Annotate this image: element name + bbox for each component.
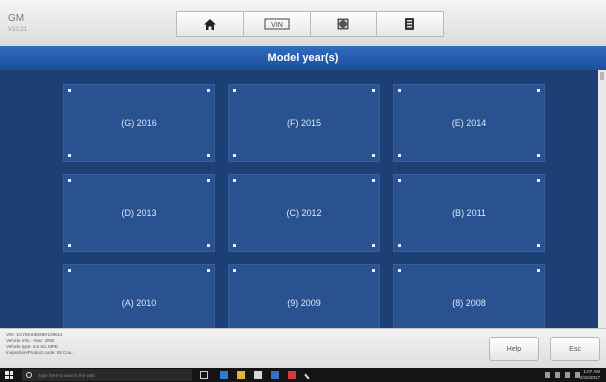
tile-corner-marker <box>207 154 210 157</box>
tile-corner-marker <box>68 269 71 272</box>
tile-corner-marker <box>398 179 401 182</box>
diagnostic-app-icon[interactable] <box>288 371 296 379</box>
tile-corner-marker <box>537 154 540 157</box>
year-tile-2012[interactable]: (C) 2012 <box>228 174 380 252</box>
year-label: (D) 2013 <box>121 208 157 218</box>
year-tile-2011[interactable]: (B) 2011 <box>393 174 545 252</box>
esc-button-label: Esc <box>569 345 581 353</box>
network-icon[interactable] <box>555 372 560 378</box>
cortana-icon <box>26 372 32 378</box>
year-tile-2014[interactable]: (E) 2014 <box>393 84 545 162</box>
year-label: (C) 2012 <box>286 208 322 218</box>
database-icon <box>405 18 415 30</box>
year-label: (F) 2015 <box>286 118 321 128</box>
page-title-bar: Model year(s) <box>0 46 606 70</box>
tile-corner-marker <box>537 269 540 272</box>
vehicle-id-button[interactable]: VIN <box>243 11 311 37</box>
software-version: V10.21 <box>8 27 28 33</box>
year-tile-2016[interactable]: (G) 2016 <box>63 84 215 162</box>
tile-corner-marker <box>372 244 375 247</box>
edge-icon[interactable] <box>220 371 228 379</box>
tile-corner-marker <box>68 244 71 247</box>
windows-start-icon[interactable] <box>5 371 13 379</box>
tile-corner-marker <box>207 244 210 247</box>
home-button[interactable] <box>176 11 244 37</box>
year-label: (A) 2010 <box>121 298 157 308</box>
esc-button[interactable]: Esc <box>550 337 600 361</box>
tile-corner-marker <box>233 154 236 157</box>
tile-corner-marker <box>372 89 375 92</box>
page-title: Model year(s) <box>267 52 339 64</box>
tile-corner-marker <box>68 179 71 182</box>
tile-corner-marker <box>372 154 375 157</box>
svg-text:VIN: VIN <box>271 22 283 29</box>
tile-corner-marker <box>68 89 71 92</box>
year-label: (E) 2014 <box>451 118 487 128</box>
top-toolbar: GM V10.21 VIN <box>0 0 606 47</box>
taskbar-search-placeholder: Type here to search the web <box>38 372 95 378</box>
tile-corner-marker <box>398 269 401 272</box>
help-button-label: Help <box>506 345 522 353</box>
tile-corner-marker <box>68 154 71 157</box>
clock-date: 2/16/2017 <box>579 375 600 380</box>
system-tray <box>545 372 580 378</box>
tool-icon[interactable] <box>304 368 316 380</box>
tile-corner-marker <box>537 179 540 182</box>
tile-corner-marker <box>372 179 375 182</box>
database-button[interactable] <box>377 11 444 37</box>
app-icon[interactable] <box>271 371 279 379</box>
product-code-line: Inspection/Product code: 08 Cou... <box>6 350 76 355</box>
year-tile-2009[interactable]: (9) 2009 <box>228 264 380 328</box>
taskbar-search[interactable]: Type here to search the web <box>22 369 192 381</box>
year-tile-2010[interactable]: (A) 2010 <box>63 264 215 328</box>
tile-corner-marker <box>207 89 210 92</box>
tile-corner-marker <box>537 89 540 92</box>
year-tile-2013[interactable]: (D) 2013 <box>63 174 215 252</box>
fullscreen-icon <box>337 18 349 30</box>
tile-corner-marker <box>233 89 236 92</box>
toolbar-buttons: VIN <box>176 11 444 37</box>
model-year-grid: (G) 2016 (F) 2015 (E) 2014 (D) 2013 (C) … <box>0 70 598 328</box>
vehicle-info-bar: VIN: 1GYEK63N95R109014 Vehicle Info.: Ye… <box>0 328 606 369</box>
vehicle-info: VIN: 1GYEK63N95R109014 Vehicle Info.: Ye… <box>6 332 75 356</box>
tile-corner-marker <box>233 179 236 182</box>
taskbar-clock[interactable]: 1:07 AM 2/16/2017 <box>580 369 600 381</box>
volume-icon[interactable] <box>565 372 570 378</box>
tile-corner-marker <box>398 89 401 92</box>
scrollbar-thumb[interactable] <box>600 72 604 80</box>
vehicle-id-icon: VIN <box>264 18 290 30</box>
year-label: (B) 2011 <box>452 208 486 218</box>
fullscreen-button[interactable] <box>310 11 378 37</box>
os-taskbar: Type here to search the web 1:07 AM 2/16… <box>0 368 606 382</box>
year-label: (G) 2016 <box>121 118 157 128</box>
tile-corner-marker <box>233 244 236 247</box>
tray-icon[interactable] <box>545 372 550 378</box>
vehicle-make: GM <box>8 13 25 24</box>
task-view-icon[interactable] <box>200 371 208 379</box>
year-label: (9) 2009 <box>287 298 321 308</box>
scrollbar[interactable] <box>598 70 606 328</box>
home-icon <box>203 18 216 30</box>
year-tile-2015[interactable]: (F) 2015 <box>228 84 380 162</box>
tile-corner-marker <box>398 244 401 247</box>
tile-corner-marker <box>207 179 210 182</box>
store-icon[interactable] <box>254 371 262 379</box>
tile-corner-marker <box>207 269 210 272</box>
tile-corner-marker <box>398 154 401 157</box>
brand: GM V10.21 <box>8 13 28 34</box>
file-explorer-icon[interactable] <box>237 371 245 379</box>
help-button[interactable]: Help <box>489 337 539 361</box>
year-tile-2008[interactable]: (8) 2008 <box>393 264 545 328</box>
tile-corner-marker <box>372 269 375 272</box>
tile-corner-marker <box>233 269 236 272</box>
tile-corner-marker <box>537 244 540 247</box>
year-label: (8) 2008 <box>452 298 486 308</box>
